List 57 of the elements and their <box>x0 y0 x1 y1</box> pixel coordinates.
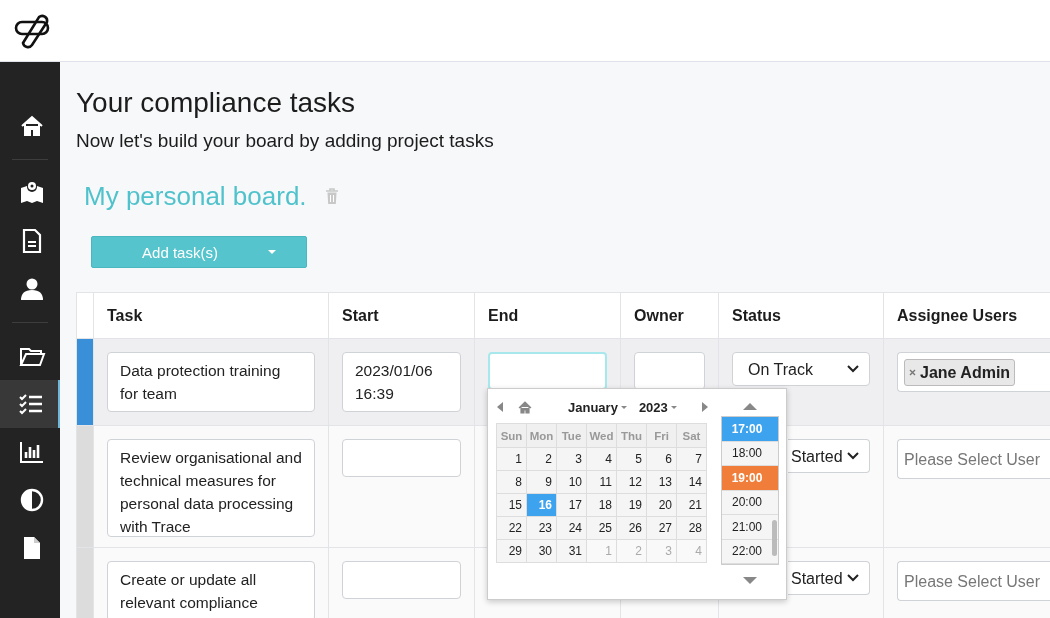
time-option[interactable]: 21:00 <box>722 515 778 540</box>
column-header: Task <box>94 293 329 339</box>
assignee-field[interactable]: Please Select User <box>897 439 1050 479</box>
owner-field[interactable] <box>634 352 705 390</box>
chevron-down-icon <box>847 574 859 582</box>
start-date-field[interactable]: 2023/01/06 16:39 <box>342 352 461 412</box>
home-icon[interactable] <box>518 400 532 414</box>
column-header: Owner <box>621 293 719 339</box>
weekday-label: Sat <box>676 423 707 448</box>
user-tag[interactable]: Jane Admin <box>904 358 1016 386</box>
year-select[interactable]: 2023 <box>638 399 677 415</box>
weekday-label: Wed <box>586 423 617 448</box>
caret-icon <box>267 250 276 254</box>
chevron-down-icon <box>847 365 859 373</box>
page-subtitle: Now let's build your board by adding project tasks <box>76 130 494 152</box>
start-date-field[interactable] <box>342 561 461 599</box>
caret-icon <box>620 405 627 409</box>
weekday-label: Fri <box>646 423 677 448</box>
column-header: Assignee Users <box>884 293 1050 339</box>
column-header: Start <box>329 293 475 339</box>
weekday-label: Thu <box>616 423 647 448</box>
next-arrow-icon[interactable] <box>700 401 709 413</box>
weekday-label: Tue <box>556 423 587 448</box>
down-arrow-icon[interactable] <box>743 577 757 584</box>
time-option[interactable]: 18:00 <box>722 441 778 466</box>
column-header: End <box>475 293 621 339</box>
calendar-day[interactable]: 22 <box>496 516 527 540</box>
task-field[interactable]: Create or update all relevant compliance <box>107 561 315 618</box>
remove-icon[interactable] <box>909 368 916 376</box>
scrollbar[interactable] <box>772 520 777 556</box>
caret-icon <box>670 405 677 409</box>
status-select[interactable]: On Track <box>732 352 870 386</box>
task-field[interactable]: Review organisational and technical measures for personal data processing with Trace <box>107 439 315 537</box>
status-select[interactable]: Started <box>788 561 870 595</box>
weekday-label: Sun <box>496 423 527 448</box>
up-arrow-icon[interactable] <box>743 403 757 410</box>
chevron-down-icon <box>847 452 859 460</box>
calendar-day[interactable]: 15 <box>496 493 527 517</box>
sidebar-item[interactable] <box>0 380 60 428</box>
assignee-field[interactable]: Jane Admin <box>897 352 1050 392</box>
calendar-day[interactable]: 8 <box>496 470 527 494</box>
time-option[interactable]: 20:00 <box>722 490 778 515</box>
weekday-label: Mon <box>526 423 557 448</box>
placeholder: Please Select User <box>904 449 1041 470</box>
page-title: Your compliance tasks <box>76 86 357 120</box>
calendar-day[interactable]: 29 <box>496 539 527 563</box>
month-select[interactable]: January <box>568 399 627 415</box>
start-date-field[interactable] <box>342 439 461 477</box>
placeholder: Please Select User <box>904 571 1041 592</box>
column-header: Status <box>719 293 884 339</box>
board-title: My personal board. <box>84 180 307 212</box>
status-select[interactable]: Started <box>788 439 870 473</box>
calendar-day[interactable]: 1 <box>496 447 527 471</box>
task-field[interactable]: Data protection training for team <box>107 352 315 412</box>
end-date-field[interactable] <box>488 352 607 390</box>
previous-arrow-icon[interactable] <box>496 401 504 413</box>
assignee-field[interactable]: Please Select User <box>897 561 1050 601</box>
